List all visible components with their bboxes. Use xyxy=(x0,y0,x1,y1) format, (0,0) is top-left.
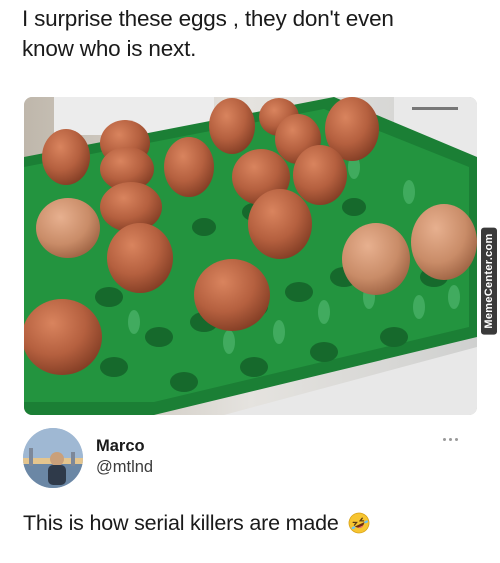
tweet-author-header: Marco @mtlnd xyxy=(23,428,483,488)
tweet-text: This is how serial killers are made xyxy=(23,511,339,535)
meme-caption: I surprise these eggs , they don't even … xyxy=(22,4,482,64)
user-handle[interactable]: @mtlnd xyxy=(96,458,153,477)
rolling-on-floor-laughing-icon xyxy=(348,512,370,534)
eggs-photo xyxy=(24,97,477,415)
tweet-body: This is how serial killers are made xyxy=(23,511,370,536)
more-options-icon[interactable] xyxy=(443,434,463,444)
display-name[interactable]: Marco xyxy=(96,437,145,456)
caption-line-1: I surprise these eggs , they don't even xyxy=(22,6,394,31)
caption-line-2: know who is next. xyxy=(22,36,197,61)
memecenter-watermark: MemeCenter.com xyxy=(478,222,500,340)
avatar[interactable] xyxy=(23,428,83,488)
